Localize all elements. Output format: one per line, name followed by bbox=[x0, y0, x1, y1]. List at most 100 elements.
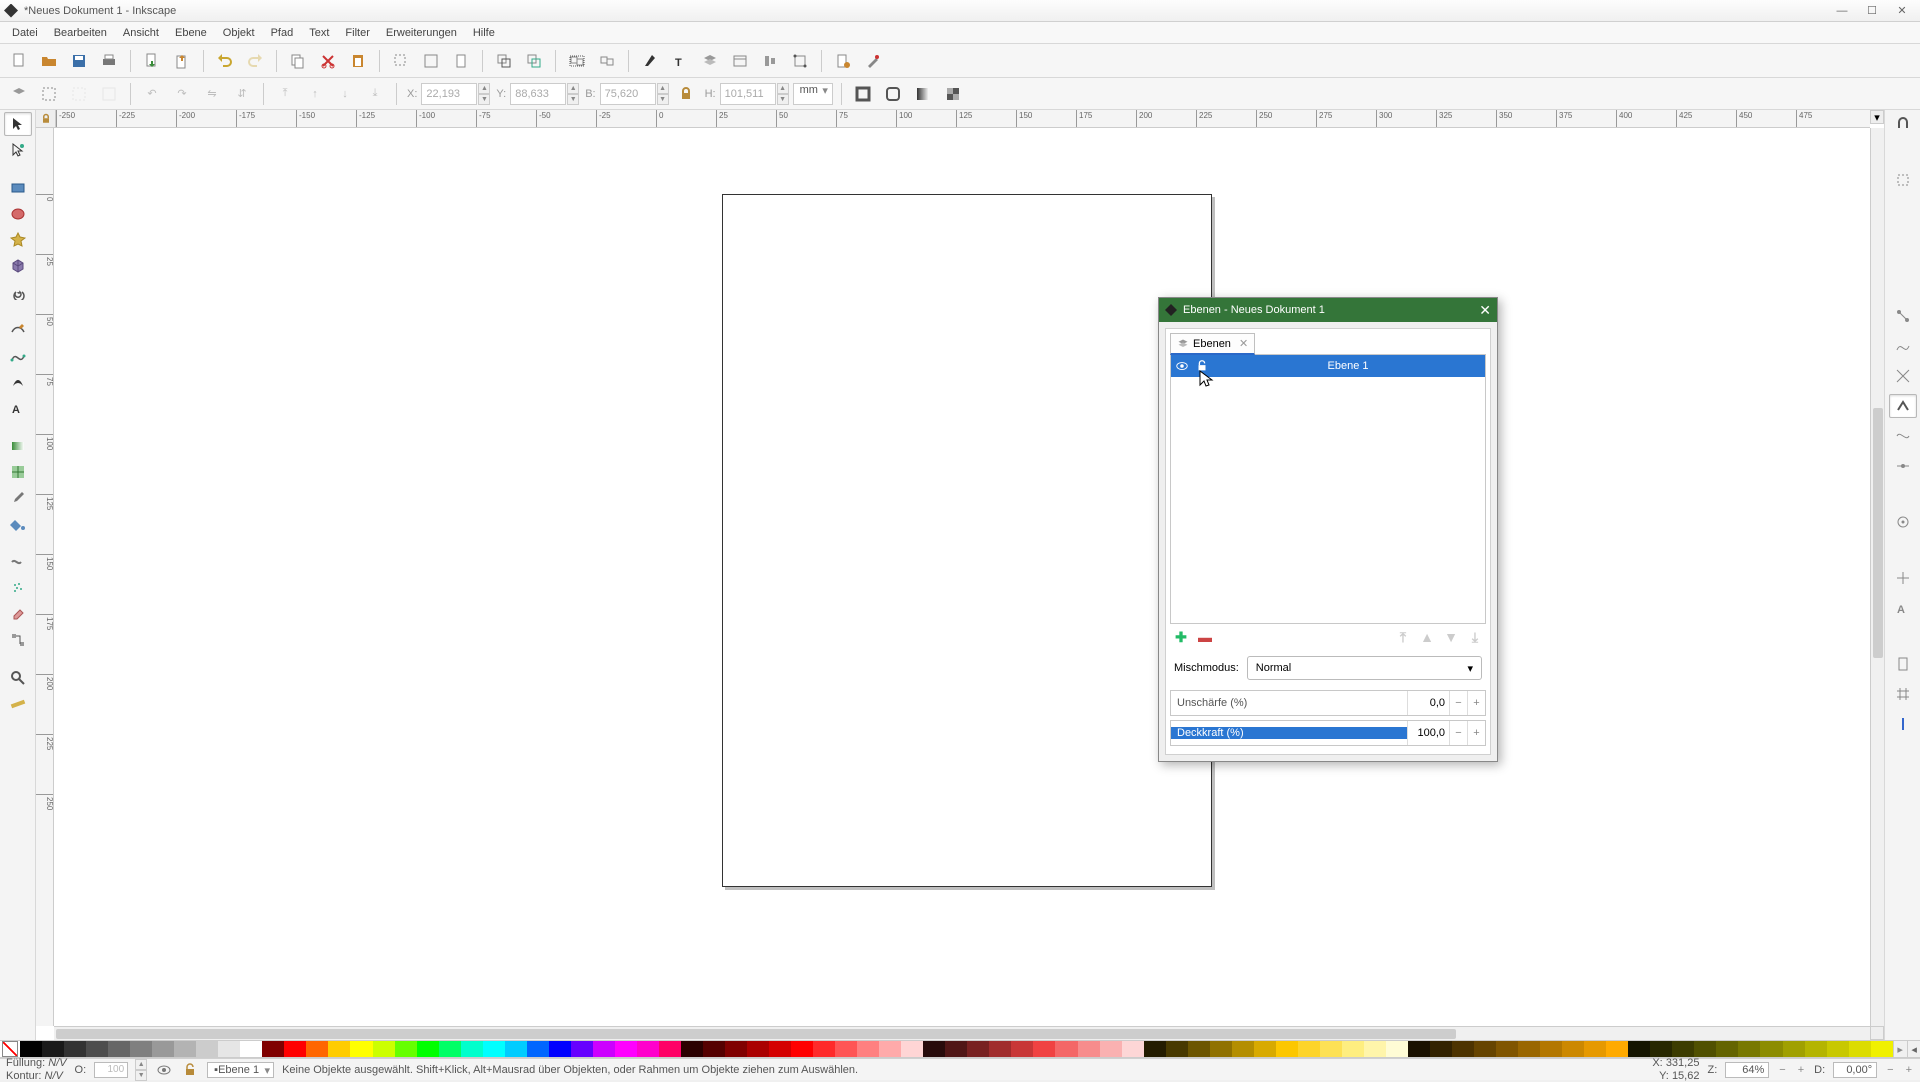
color-swatch[interactable] bbox=[350, 1041, 372, 1057]
xml-button[interactable] bbox=[727, 48, 753, 74]
print-button[interactable] bbox=[96, 48, 122, 74]
pencil-tool[interactable] bbox=[4, 318, 32, 342]
snap-midpoint[interactable] bbox=[1889, 454, 1917, 478]
zoom-page-button[interactable] bbox=[448, 48, 474, 74]
status-lock-icon[interactable] bbox=[181, 1061, 199, 1079]
color-swatch[interactable] bbox=[1805, 1041, 1827, 1057]
move-patterns-button[interactable] bbox=[940, 81, 966, 107]
h-up[interactable]: ▲ bbox=[777, 83, 789, 94]
color-swatch[interactable] bbox=[703, 1041, 725, 1057]
color-swatch[interactable] bbox=[1584, 1041, 1606, 1057]
layer-up-button[interactable]: ▲ bbox=[1420, 630, 1434, 644]
o-up[interactable]: ▲ bbox=[135, 1059, 147, 1070]
toggle-select-button[interactable] bbox=[96, 81, 122, 107]
color-swatch[interactable] bbox=[1254, 1041, 1276, 1057]
color-swatch[interactable] bbox=[769, 1041, 791, 1057]
color-swatch[interactable] bbox=[901, 1041, 923, 1057]
canvas-area[interactable]: -250-225-200-175-150-125-100-75-50-25025… bbox=[36, 110, 1884, 1040]
color-swatch[interactable] bbox=[1628, 1041, 1650, 1057]
color-swatch[interactable] bbox=[681, 1041, 703, 1057]
zoom-drawing-button[interactable] bbox=[418, 48, 444, 74]
rotate-cw-button[interactable]: ↷ bbox=[169, 81, 195, 107]
rot-plus[interactable]: + bbox=[1904, 1064, 1914, 1076]
snap-others[interactable] bbox=[1889, 510, 1917, 534]
color-swatch[interactable] bbox=[373, 1041, 395, 1057]
color-swatch[interactable] bbox=[1760, 1041, 1782, 1057]
color-swatch[interactable] bbox=[1055, 1041, 1077, 1057]
color-swatch[interactable] bbox=[857, 1041, 879, 1057]
color-swatch[interactable] bbox=[86, 1041, 108, 1057]
layer-lock-toggle[interactable] bbox=[1195, 359, 1209, 373]
fill-stroke-button[interactable] bbox=[637, 48, 663, 74]
menu-text[interactable]: Text bbox=[301, 24, 337, 42]
select-all-layers-button[interactable] bbox=[6, 81, 32, 107]
snap-nodes[interactable] bbox=[1889, 304, 1917, 328]
ruler-corner-tr[interactable]: ▾ bbox=[1870, 110, 1884, 124]
color-palette[interactable]: ▸◂ bbox=[0, 1040, 1920, 1058]
remove-layer-button[interactable]: ▬ bbox=[1198, 630, 1212, 644]
color-swatch[interactable] bbox=[615, 1041, 637, 1057]
color-swatch[interactable] bbox=[196, 1041, 218, 1057]
color-swatch[interactable] bbox=[1496, 1041, 1518, 1057]
color-swatch[interactable] bbox=[1276, 1041, 1298, 1057]
copy-button[interactable] bbox=[285, 48, 311, 74]
color-swatch[interactable] bbox=[791, 1041, 813, 1057]
preferences-button[interactable] bbox=[860, 48, 886, 74]
color-swatch[interactable] bbox=[152, 1041, 174, 1057]
snap-intersect[interactable] bbox=[1889, 364, 1917, 388]
layer-row-1[interactable]: Ebene 1 bbox=[1171, 355, 1485, 377]
snap-paths[interactable] bbox=[1889, 334, 1917, 358]
snap-guides[interactable] bbox=[1889, 712, 1917, 736]
color-swatch[interactable] bbox=[1606, 1041, 1628, 1057]
layer-bottom-button[interactable]: ⤓ bbox=[1468, 630, 1482, 644]
ruler-horizontal[interactable]: -250-225-200-175-150-125-100-75-50-25025… bbox=[56, 110, 1870, 128]
color-swatch[interactable] bbox=[1518, 1041, 1540, 1057]
color-swatch[interactable] bbox=[1474, 1041, 1496, 1057]
color-swatch[interactable] bbox=[130, 1041, 152, 1057]
color-swatch[interactable] bbox=[1849, 1041, 1871, 1057]
color-swatch[interactable] bbox=[1716, 1041, 1738, 1057]
color-swatch[interactable] bbox=[571, 1041, 593, 1057]
ungroup-button[interactable] bbox=[594, 48, 620, 74]
color-swatch[interactable] bbox=[549, 1041, 571, 1057]
dialog-close-button[interactable]: ✕ bbox=[1479, 302, 1491, 319]
redo-button[interactable] bbox=[242, 48, 268, 74]
color-swatch[interactable] bbox=[483, 1041, 505, 1057]
opacity-minus[interactable]: − bbox=[1449, 721, 1467, 745]
color-swatch[interactable] bbox=[108, 1041, 130, 1057]
color-swatch[interactable] bbox=[1298, 1041, 1320, 1057]
canvas-viewport[interactable] bbox=[54, 128, 1870, 1026]
doc-props-button[interactable] bbox=[830, 48, 856, 74]
text-tool[interactable]: A bbox=[4, 396, 32, 420]
color-swatch[interactable] bbox=[747, 1041, 769, 1057]
box3d-tool[interactable] bbox=[4, 254, 32, 278]
color-swatch[interactable] bbox=[1452, 1041, 1474, 1057]
snap-center[interactable] bbox=[1889, 566, 1917, 590]
opacity-value[interactable]: 100,0 bbox=[1407, 721, 1449, 745]
color-swatch[interactable] bbox=[174, 1041, 196, 1057]
x-down[interactable]: ▼ bbox=[478, 94, 490, 105]
palette-scroll-right[interactable]: ▸ bbox=[1893, 1041, 1907, 1057]
gradient-tool[interactable] bbox=[4, 434, 32, 458]
color-swatch[interactable] bbox=[1430, 1041, 1452, 1057]
blur-plus[interactable]: + bbox=[1467, 691, 1485, 715]
dock-tab-close[interactable]: ✕ bbox=[1239, 337, 1248, 350]
color-swatch[interactable] bbox=[1672, 1041, 1694, 1057]
menu-erweiterungen[interactable]: Erweiterungen bbox=[378, 24, 465, 42]
import-button[interactable] bbox=[139, 48, 165, 74]
layer-visibility-toggle[interactable] bbox=[1175, 359, 1189, 373]
snap-grid[interactable] bbox=[1889, 682, 1917, 706]
tweak-tool[interactable] bbox=[4, 550, 32, 574]
layer-name[interactable]: Ebene 1 bbox=[1215, 360, 1481, 372]
color-swatch[interactable] bbox=[659, 1041, 681, 1057]
color-swatch[interactable] bbox=[1166, 1041, 1188, 1057]
w-down[interactable]: ▼ bbox=[657, 94, 669, 105]
snap-smooth[interactable] bbox=[1889, 424, 1917, 448]
color-swatch[interactable] bbox=[395, 1041, 417, 1057]
blur-slider[interactable]: Unschärfe (%) 0,0 − + bbox=[1170, 690, 1486, 716]
color-swatch[interactable] bbox=[1144, 1041, 1166, 1057]
blur-value[interactable]: 0,0 bbox=[1407, 691, 1449, 715]
x-input[interactable] bbox=[421, 83, 477, 105]
spray-tool[interactable] bbox=[4, 576, 32, 600]
menu-filter[interactable]: Filter bbox=[337, 24, 377, 42]
